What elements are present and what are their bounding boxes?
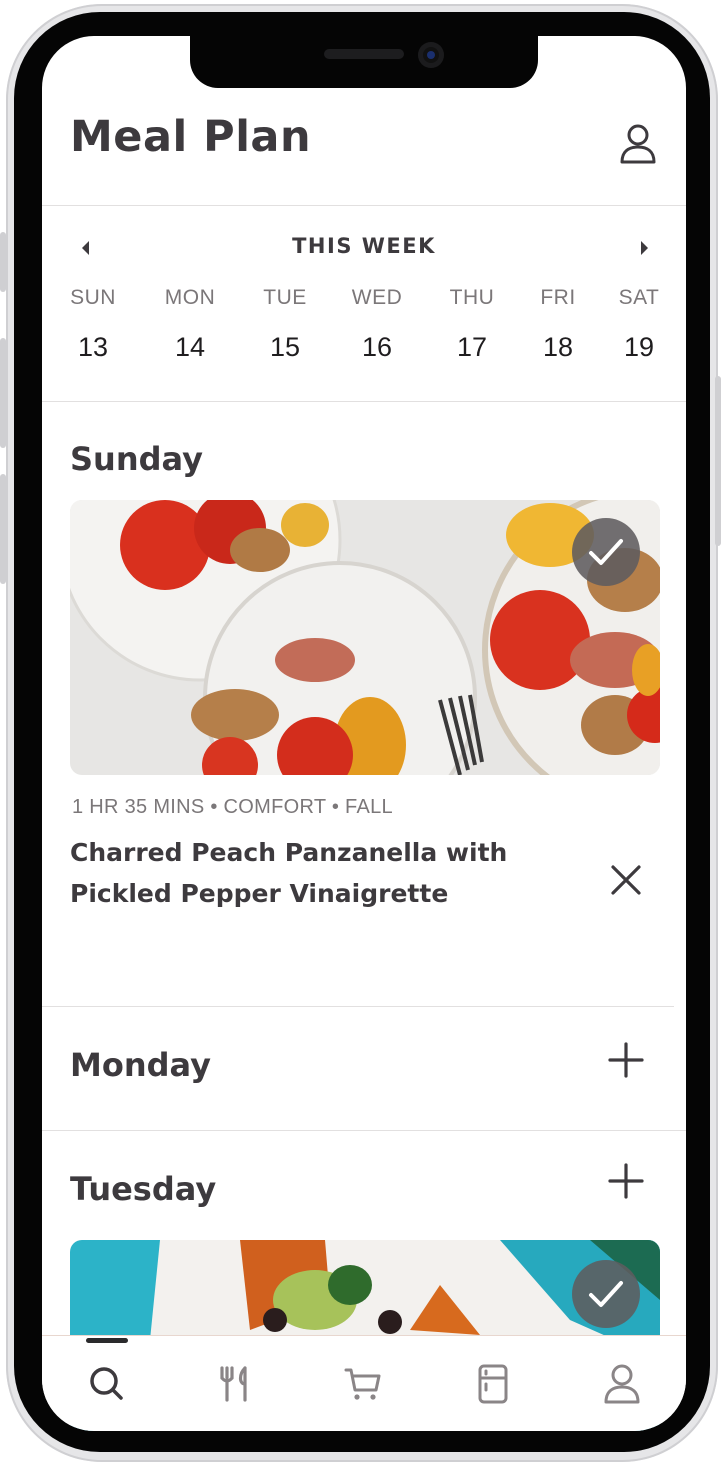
day-name: WED (351, 286, 403, 309)
day-name: FRI (540, 286, 576, 309)
phone-notch (190, 36, 538, 88)
search-icon (90, 1367, 123, 1400)
section-title-sunday: Sunday (70, 440, 203, 478)
utensils-icon (220, 1366, 247, 1402)
day-number: 16 (361, 332, 393, 362)
plus-icon (608, 1163, 644, 1199)
recipe-image[interactable] (70, 500, 660, 775)
side-button (0, 338, 6, 448)
close-icon (611, 865, 641, 895)
day-name: TUE (263, 286, 307, 309)
day-name: SUN (70, 286, 116, 309)
day-number: 14 (174, 332, 206, 362)
tab-recipes[interactable] (212, 1360, 260, 1408)
speaker-grille (324, 49, 404, 59)
app-screen: Meal Plan THIS WEEK SUN 13 MON 14 TUE 15… (42, 36, 686, 1431)
section-divider (42, 1006, 674, 1007)
side-button (0, 232, 6, 292)
cooked-check-button[interactable] (572, 518, 640, 586)
profile-icon (620, 124, 656, 164)
bottom-tab-bar (42, 1335, 686, 1431)
day-tue[interactable]: TUE 15 (245, 286, 325, 363)
cooked-check-button[interactable] (572, 1260, 640, 1328)
day-number: 18 (542, 332, 574, 362)
tab-shopping-cart[interactable] (340, 1360, 388, 1408)
recipe-meta: 1 HR 35 MINS • COMFORT • FALL (72, 796, 393, 818)
day-name: THU (449, 286, 495, 309)
checkmark-icon (589, 539, 623, 565)
section-title-tuesday: Tuesday (70, 1170, 217, 1208)
day-sun[interactable]: SUN 13 (53, 286, 133, 363)
tab-pantry[interactable] (469, 1360, 517, 1408)
day-wed[interactable]: WED 16 (337, 286, 417, 363)
day-sat[interactable]: SAT 19 (599, 286, 679, 363)
day-mon[interactable]: MON 14 (150, 286, 230, 363)
front-camera (418, 42, 444, 68)
tab-search[interactable] (83, 1360, 131, 1408)
recipe-title[interactable]: Charred Peach Panzanella with Pickled Pe… (70, 832, 550, 914)
week-divider (42, 401, 686, 402)
day-number: 13 (77, 332, 109, 362)
tab-profile[interactable] (598, 1360, 646, 1408)
week-label: THIS WEEK (292, 234, 436, 258)
section-title-monday: Monday (70, 1046, 211, 1084)
cart-icon (344, 1368, 381, 1400)
section-divider (42, 1130, 686, 1131)
day-name: SAT (618, 286, 660, 309)
checkmark-icon (589, 1281, 623, 1307)
side-button (715, 376, 721, 546)
day-number: 19 (623, 332, 655, 362)
side-button (0, 474, 6, 584)
remove-recipe-button[interactable] (608, 862, 644, 898)
day-name: MON (164, 286, 216, 309)
page-title: Meal Plan (70, 112, 312, 162)
active-tab-indicator (86, 1338, 128, 1343)
fridge-icon (478, 1364, 508, 1404)
day-fri[interactable]: FRI 18 (518, 286, 598, 363)
chevron-right-icon (641, 241, 648, 255)
profile-button[interactable] (618, 122, 658, 166)
header-divider (42, 205, 686, 206)
day-number: 17 (456, 332, 488, 362)
add-recipe-monday-button[interactable] (608, 1042, 644, 1078)
next-week-button[interactable] (632, 236, 656, 260)
day-thu[interactable]: THU 17 (432, 286, 512, 363)
add-recipe-tuesday-button[interactable] (608, 1163, 644, 1199)
profile-icon (604, 1364, 640, 1404)
day-number: 15 (269, 332, 301, 362)
plus-icon (608, 1042, 644, 1078)
